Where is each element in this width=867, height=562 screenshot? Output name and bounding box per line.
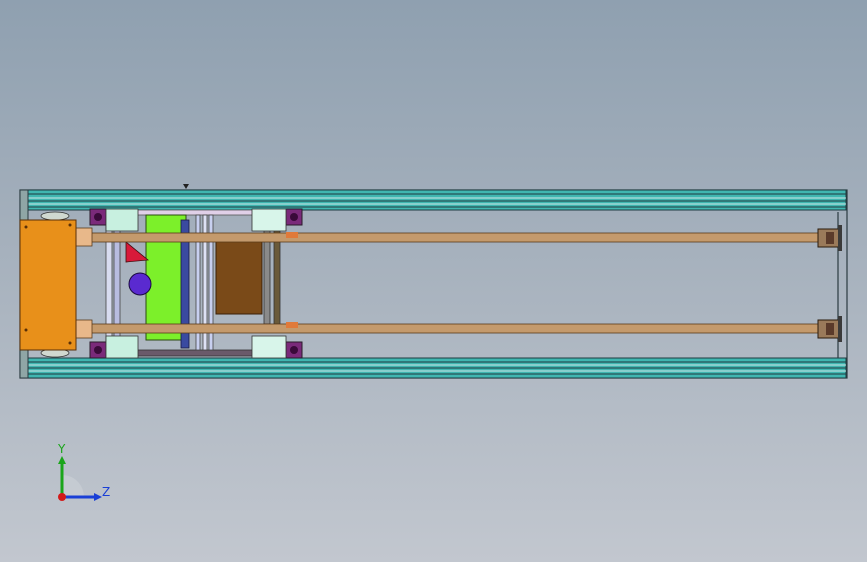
triad-arc bbox=[62, 475, 84, 497]
purple-disc bbox=[128, 272, 152, 296]
brown-plate bbox=[215, 237, 263, 315]
y-axis-label: Y bbox=[58, 442, 66, 456]
z-axis-label: Z bbox=[102, 485, 111, 499]
z-axis-arrow-icon bbox=[94, 493, 102, 501]
triangle-down-icon bbox=[183, 184, 189, 189]
motor-housing bbox=[19, 211, 77, 358]
top-rail bbox=[27, 189, 847, 211]
red-wedge bbox=[125, 241, 150, 263]
x-axis-dot-icon bbox=[58, 493, 66, 501]
y-axis-arrow-icon bbox=[58, 456, 66, 464]
bottom-rail bbox=[27, 357, 847, 379]
cad-viewport[interactable] bbox=[0, 0, 867, 562]
